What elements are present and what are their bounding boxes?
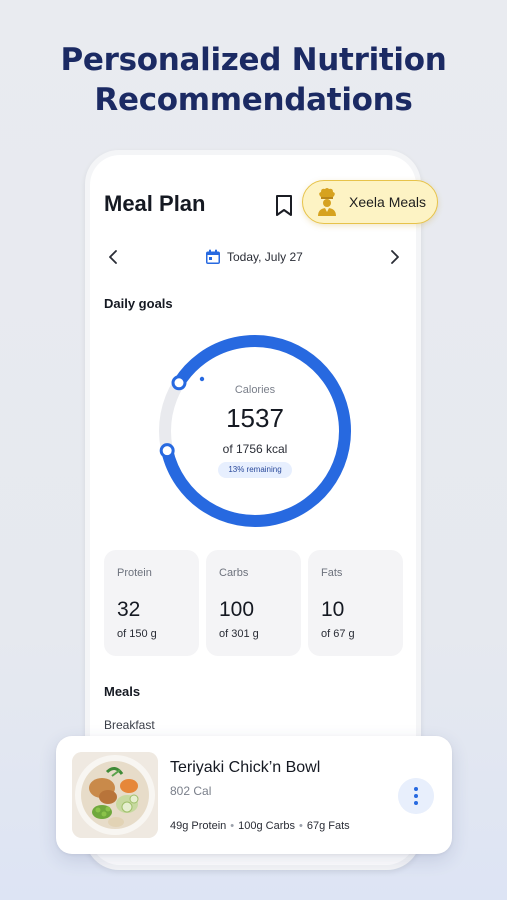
meal-carbs: 100g Carbs bbox=[238, 820, 295, 832]
bookmark-icon[interactable] bbox=[273, 193, 295, 219]
calories-summary: Calories 1537 of 1756 kcal 13% remaining bbox=[155, 331, 355, 531]
macro-card-fats[interactable]: Fats 10 of 67 g bbox=[308, 550, 403, 656]
separator-dot: • bbox=[230, 820, 235, 832]
calories-label: Calories bbox=[234, 384, 276, 396]
daily-goals-heading: Daily goals bbox=[104, 296, 173, 311]
chef-icon bbox=[318, 188, 336, 216]
meal-card[interactable]: Teriyaki Chick’n Bowl 802 Cal 49g Protei… bbox=[56, 736, 452, 854]
macro-value: 10 bbox=[321, 598, 345, 621]
meal-image bbox=[72, 752, 158, 838]
calendar-icon bbox=[206, 249, 220, 264]
macro-goal: of 67 g bbox=[321, 628, 355, 640]
macro-card-protein[interactable]: Protein 32 of 150 g bbox=[104, 550, 199, 656]
meal-protein: 49g Protein bbox=[170, 820, 227, 832]
meal-calories: 802 Cal bbox=[170, 784, 212, 798]
macro-name: Fats bbox=[321, 567, 343, 579]
macro-value: 32 bbox=[117, 598, 141, 621]
xeela-meals-label: Xeela Meals bbox=[349, 194, 427, 210]
headline-line-2: Recommendations bbox=[94, 82, 413, 118]
macro-card-carbs[interactable]: Carbs 100 of 301 g bbox=[206, 550, 301, 656]
macro-value: 100 bbox=[219, 598, 255, 621]
breakfast-label: Breakfast bbox=[104, 718, 155, 732]
macro-goal: of 301 g bbox=[219, 628, 259, 640]
calories-value: 1537 bbox=[226, 403, 284, 433]
page-title: Meal Plan bbox=[104, 191, 206, 216]
xeela-meals-badge[interactable]: Xeela Meals bbox=[302, 180, 438, 224]
macro-name: Carbs bbox=[219, 567, 249, 579]
remaining-badge: 13% remaining bbox=[218, 462, 292, 478]
chevron-right-icon[interactable] bbox=[386, 249, 402, 265]
macro-goal: of 150 g bbox=[117, 628, 157, 640]
date-label[interactable]: Today, July 27 bbox=[227, 250, 303, 264]
meal-name: Teriyaki Chick’n Bowl bbox=[170, 759, 321, 776]
macro-name: Protein bbox=[117, 567, 152, 579]
meal-bowl-illustration bbox=[72, 752, 158, 838]
meal-fats: 67g Fats bbox=[306, 820, 350, 832]
page-headline: Personalized Nutrition Recommendations bbox=[0, 40, 507, 120]
more-vertical-icon[interactable] bbox=[398, 778, 434, 814]
meal-macros: 49g Protein • 100g Carbs • 67g Fats bbox=[170, 820, 350, 832]
meals-heading: Meals bbox=[104, 684, 141, 699]
date-navigation: Today, July 27 bbox=[90, 243, 416, 273]
separator-dot: • bbox=[299, 820, 303, 832]
chevron-left-icon[interactable] bbox=[106, 249, 122, 265]
headline-line-1: Personalized Nutrition bbox=[60, 42, 447, 78]
calories-goal: of 1756 kcal bbox=[222, 442, 288, 456]
